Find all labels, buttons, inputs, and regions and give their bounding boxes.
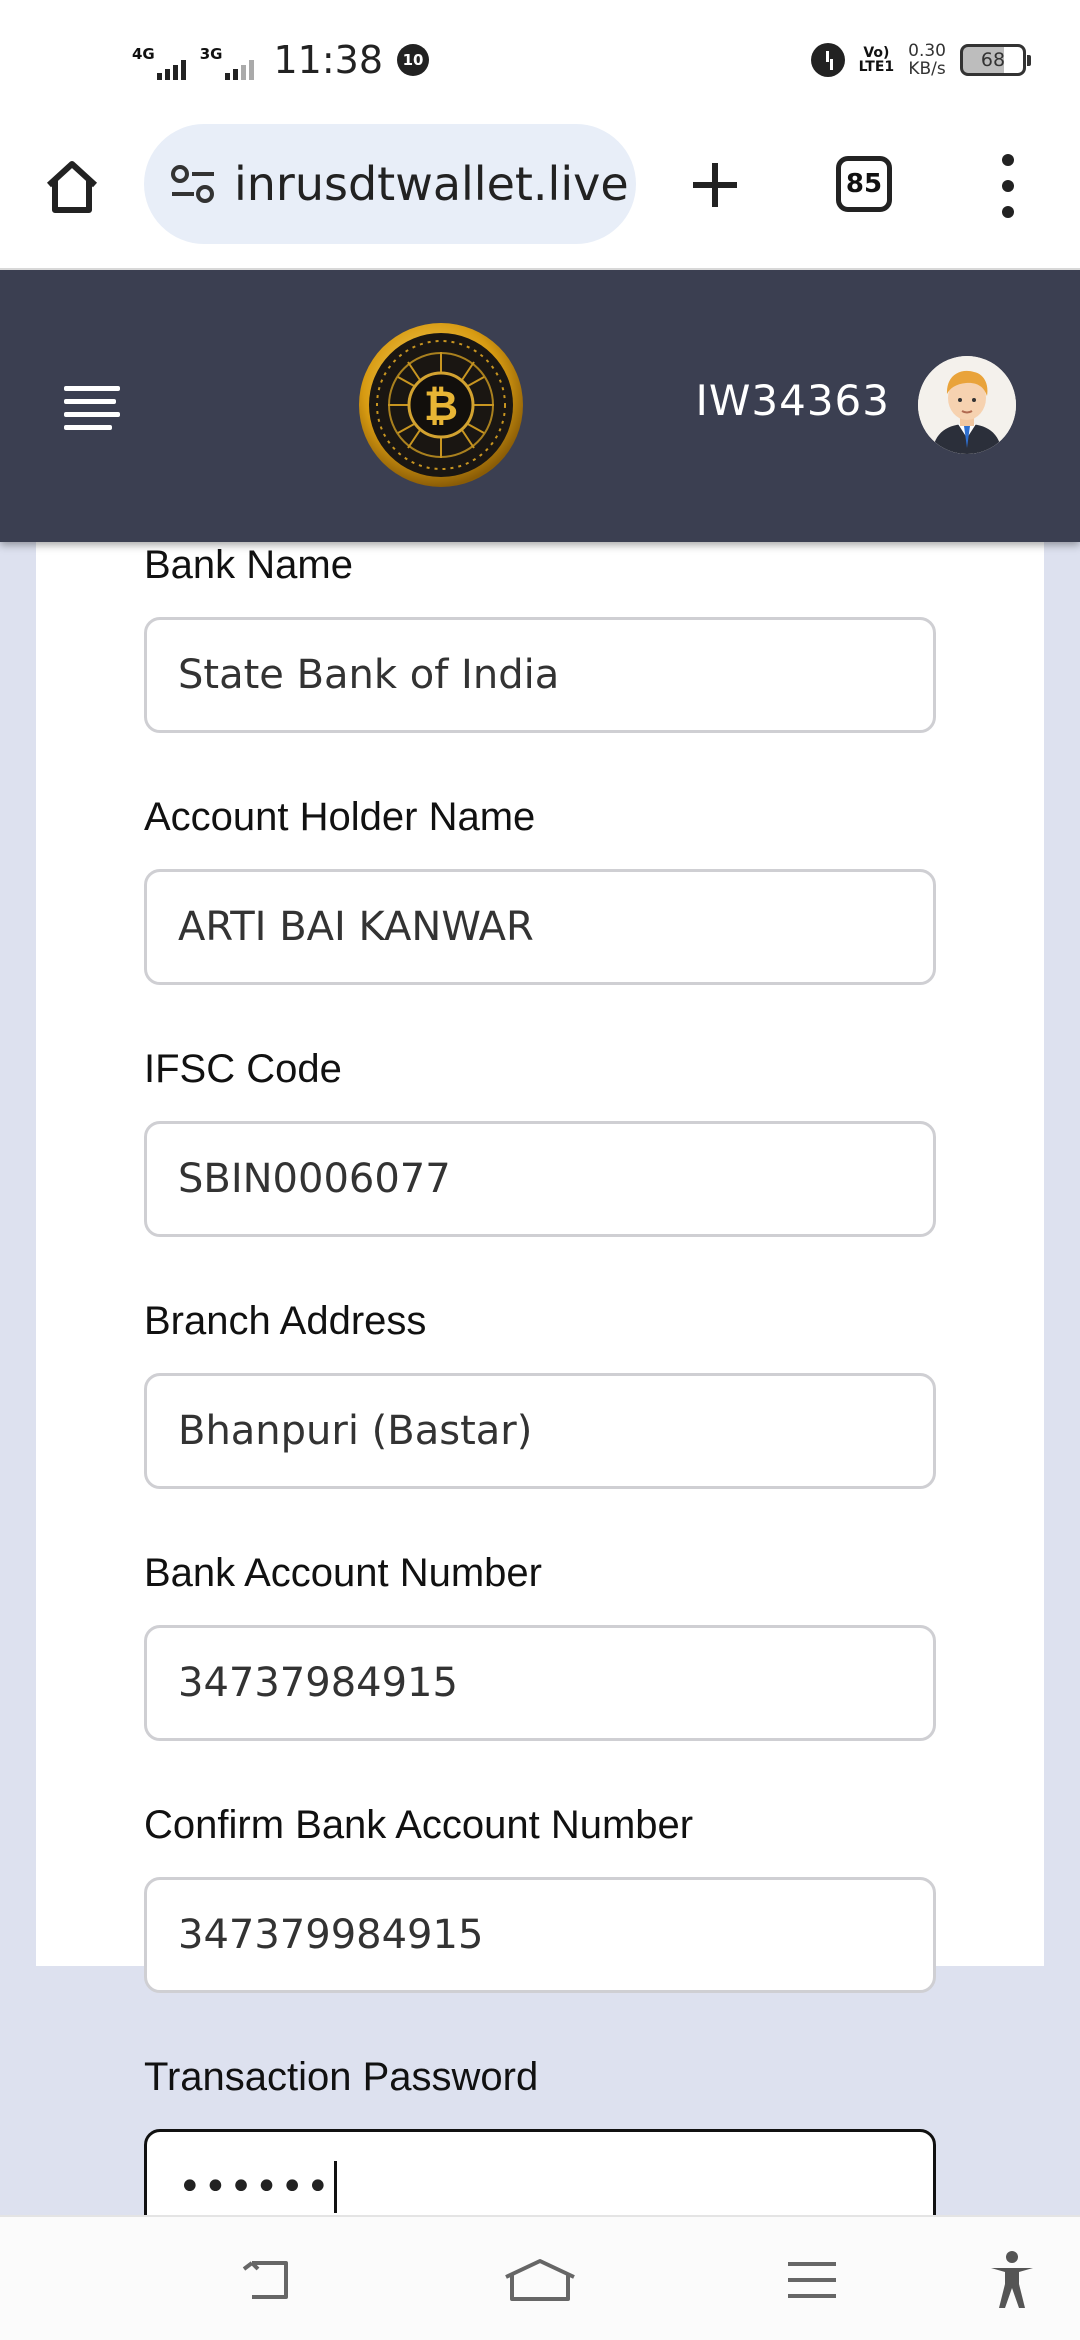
hamburger-icon[interactable] <box>64 386 120 430</box>
volte-indicator: Vo) LTE1 <box>858 45 895 75</box>
back-icon <box>242 2261 288 2299</box>
status-bar: 4G 3G 11:38 10 Vo) LTE1 0.30 KB/s 68 <box>0 0 1080 120</box>
user-id: IW34363 <box>695 376 890 425</box>
url-text: inrusdtwallet.live <box>234 157 629 211</box>
transaction-password-field: Transaction Password •••••• <box>144 2052 936 2215</box>
tab-count: 85 <box>845 169 883 199</box>
speed-unit: KB/s <box>908 59 946 79</box>
page-content: ₿ IW34363 Bank Name State Bank of India … <box>0 270 1080 2215</box>
confirm-account-number-field: Confirm Bank Account Number 347379984915 <box>144 1800 936 1993</box>
password-dots: •••••• <box>178 2164 332 2210</box>
battery-icon: 68 <box>960 44 1031 76</box>
confirm-account-number-label: Confirm Bank Account Number <box>144 1803 694 1847</box>
bank-name-label: Bank Name <box>144 543 353 587</box>
more-vert-icon <box>1002 154 1014 166</box>
home-icon <box>46 161 98 213</box>
ifsc-field: IFSC Code SBIN0006077 <box>144 1044 936 1237</box>
browser-toolbar: inrusdtwallet.live 85 <box>0 120 1080 270</box>
ifsc-input[interactable]: SBIN0006077 <box>144 1121 936 1237</box>
signal-sim1-icon: 4G <box>132 40 186 80</box>
bitcoin-logo[interactable]: ₿ <box>358 322 524 488</box>
ifsc-label: IFSC Code <box>144 1047 342 1091</box>
app-header: ₿ IW34363 <box>0 270 1080 542</box>
site-settings-icon[interactable] <box>168 159 218 209</box>
accessibility-button[interactable] <box>972 2245 1052 2315</box>
system-nav-bar <box>0 2215 1080 2340</box>
account-holder-field: Account Holder Name ARTI BAI KANWAR <box>144 792 936 985</box>
browser-home-button[interactable] <box>40 155 104 219</box>
branch-address-field: Branch Address Bhanpuri (Bastar) <box>144 1296 936 1489</box>
recents-icon <box>788 2262 836 2298</box>
address-bar[interactable]: inrusdtwallet.live <box>144 124 636 244</box>
branch-address-input[interactable]: Bhanpuri (Bastar) <box>144 1373 936 1489</box>
svg-text:₿: ₿ <box>424 381 458 430</box>
transaction-password-label: Transaction Password <box>144 2055 539 2099</box>
back-button[interactable] <box>228 2245 308 2315</box>
recents-button[interactable] <box>772 2245 852 2315</box>
plus-icon <box>693 163 737 207</box>
avatar[interactable] <box>918 356 1016 454</box>
account-holder-label: Account Holder Name <box>144 795 536 839</box>
speed-value: 0.30 <box>908 41 946 61</box>
accessibility-icon <box>991 2251 1033 2308</box>
home-button[interactable] <box>500 2245 580 2315</box>
signal-sim2-icon: 3G <box>200 40 254 80</box>
alarm-icon <box>810 43 845 77</box>
account-holder-input[interactable]: ARTI BAI KANWAR <box>144 869 936 985</box>
text-cursor <box>333 2161 337 2213</box>
battery-level: 68 <box>980 49 1006 71</box>
tab-switcher-button[interactable]: 85 <box>836 156 892 212</box>
new-tab-button[interactable] <box>680 150 750 220</box>
network-type-1: 4G <box>132 45 155 63</box>
account-number-field: Bank Account Number 34737984915 <box>144 1548 936 1741</box>
transaction-password-input[interactable]: •••••• <box>144 2129 936 2215</box>
account-number-input[interactable]: 34737984915 <box>144 1625 936 1741</box>
confirm-account-number-input[interactable]: 347379984915 <box>144 1877 936 1993</box>
notification-count-badge: 10 <box>397 44 430 76</box>
branch-address-label: Branch Address <box>144 1299 427 1343</box>
bank-name-input[interactable]: State Bank of India <box>144 617 936 733</box>
account-number-label: Bank Account Number <box>144 1551 542 1595</box>
network-type-2: 3G <box>199 45 223 63</box>
clock: 11:38 <box>273 38 384 82</box>
bank-name-field: Bank Name State Bank of India <box>144 540 936 733</box>
network-speed: 0.30 KB/s <box>908 42 946 78</box>
home-icon <box>505 2259 575 2301</box>
browser-menu-button[interactable] <box>990 154 1026 218</box>
